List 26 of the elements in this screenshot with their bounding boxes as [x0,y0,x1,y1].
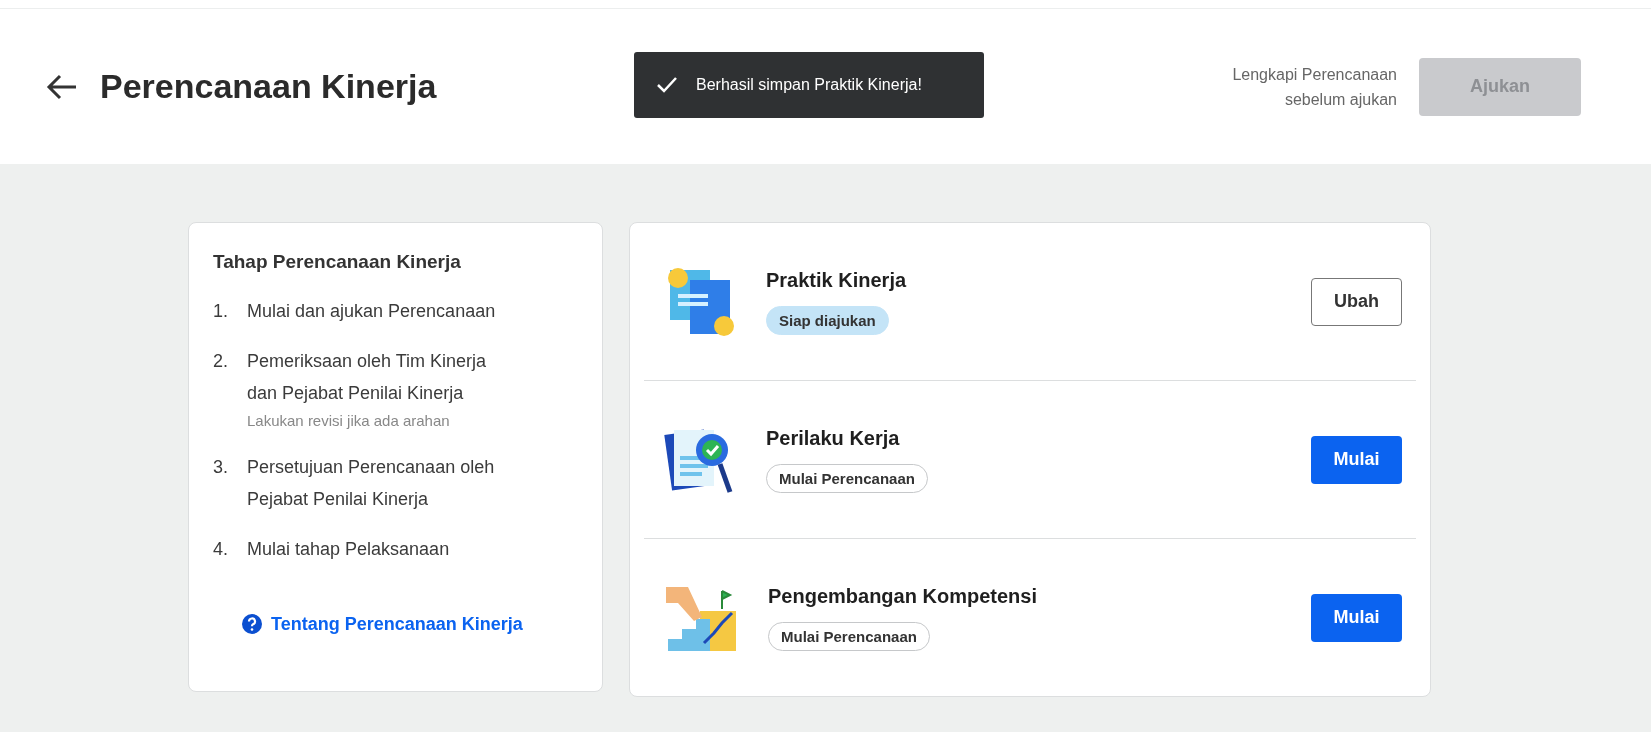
edit-button[interactable]: Ubah [1311,277,1402,326]
step-number: 3. [213,456,229,479]
step-number: 4. [213,538,229,561]
step-number: 1. [213,300,229,323]
step-text: Pemeriksaan oleh Tim Kinerja dan Pejabat Penilai Kinerja [247,350,487,405]
back-arrow-icon [46,72,78,101]
section-title: Pengembangan Kompetensi [768,584,1037,608]
step-text: Persetujuan Perencanaan oleh Pejabat Penilai Kinerja [247,456,495,511]
check-icon [656,76,678,94]
card-title: Tahap Perencanaan Kinerja [213,251,462,273]
status-badge: Mulai Perencanaan [768,621,930,651]
help-icon [241,613,263,635]
status-badge: Mulai Perencanaan [766,463,928,493]
status-badge: Siap diajukan [766,305,889,335]
submit-hint: Lengkapi Perencanaan sebelum ajukan [1232,64,1397,110]
start-button[interactable]: Mulai [1311,593,1402,642]
section-title: Praktik Kinerja [766,268,907,292]
toast-message: Berhasil simpan Praktik Kinerja! [696,76,922,94]
step-number: 2. [213,350,229,373]
page-title: Perencanaan Kinerja [100,67,437,106]
about-link[interactable]: Tentang Perencanaan Kinerja [241,613,578,635]
start-button[interactable]: Mulai [1311,435,1402,484]
step-text: Mulai dan ajukan Perencanaan [247,300,496,323]
step-note: Lakukan revisi jika ada arahan [247,411,451,431]
step-text: Mulai tahap Pelaksanaan [247,538,450,561]
section-title: Perilaku Kerja [766,426,900,450]
